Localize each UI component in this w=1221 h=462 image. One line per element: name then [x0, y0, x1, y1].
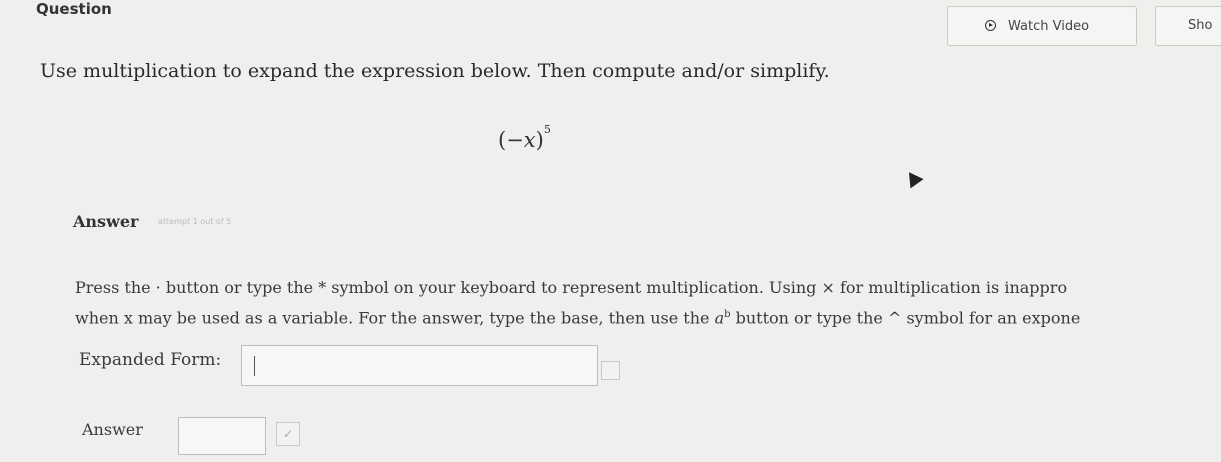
math-expression: (−x)5 — [498, 123, 551, 152]
expression-exponent: 5 — [543, 123, 551, 136]
show-button-label: Sho — [1188, 18, 1213, 33]
answer-check-button[interactable]: ✓ — [276, 422, 300, 446]
question-label: Question — [36, 0, 112, 18]
check-icon: ✓ — [282, 427, 294, 441]
exponent-symbol-base: a — [714, 308, 725, 328]
answer-heading: Answer — [73, 212, 139, 231]
text-caret — [254, 356, 255, 376]
answer-label: Answer — [82, 420, 143, 439]
play-circle-icon — [985, 20, 996, 31]
open-paren: ( — [498, 128, 507, 152]
expanded-form-input[interactable] — [241, 345, 598, 386]
expanded-form-label: Expanded Form: — [79, 350, 222, 370]
show-button[interactable]: Sho — [1155, 6, 1221, 46]
mouse-cursor-icon — [902, 167, 924, 189]
watch-video-label: Watch Video — [1008, 18, 1090, 34]
instructions-line-2-a: when x may be used as a variable. For th… — [75, 308, 715, 328]
instructions-line-2-b: button or type the ^ symbol for an expon… — [730, 308, 1081, 328]
attempt-hint: attempt 1 out of 5 — [158, 217, 232, 226]
answer-input[interactable] — [178, 417, 266, 455]
close-paren: ) — [535, 128, 544, 152]
question-prompt: Use multiplication to expand the express… — [40, 60, 830, 82]
instructions-line-2: when x may be used as a variable. For th… — [75, 301, 1080, 331]
watch-video-button[interactable]: Watch Video — [947, 6, 1137, 46]
instructions-line-1: Press the · button or type the * symbol … — [75, 278, 1068, 297]
expanded-form-check-button[interactable] — [601, 361, 620, 380]
expression-base: −x — [506, 128, 536, 152]
answer-instructions: Press the · button or type the * symbol … — [75, 274, 1080, 331]
